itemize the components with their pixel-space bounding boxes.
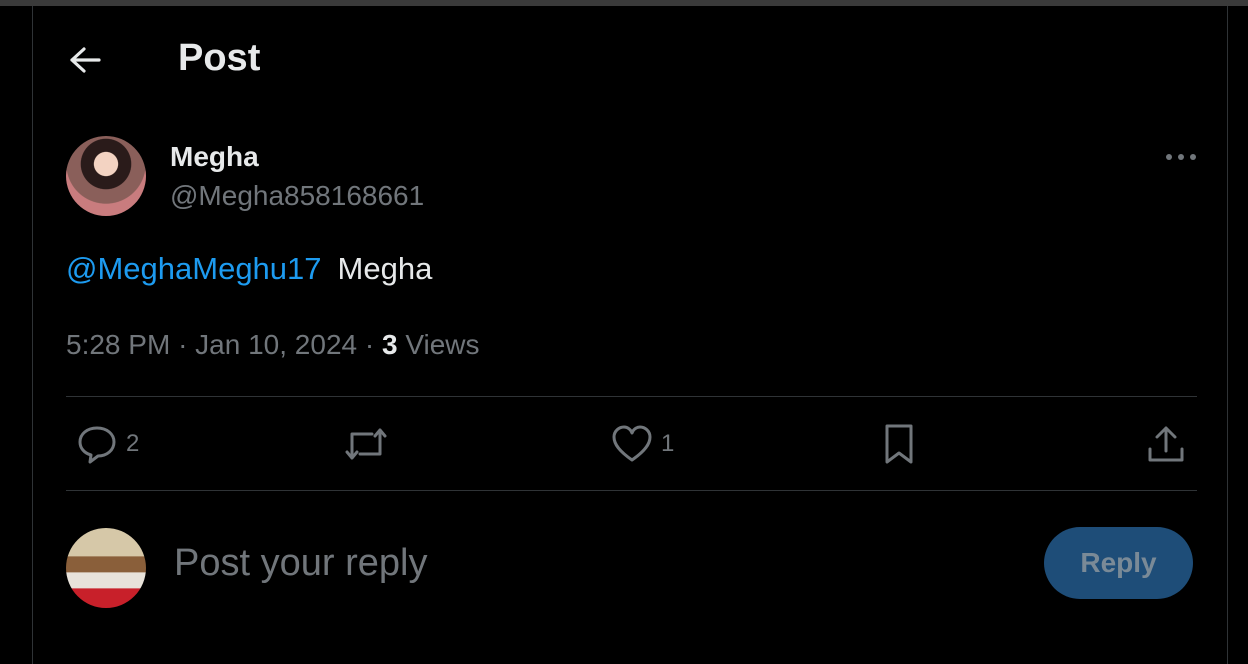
- divider-top: [66, 396, 1197, 397]
- post-date[interactable]: Jan 10, 2024: [195, 329, 357, 360]
- reply-input[interactable]: Post your reply: [174, 542, 427, 585]
- share-icon: [1148, 426, 1184, 462]
- post-text: @MeghaMeghu17 Megha: [66, 251, 432, 287]
- bookmark-icon: [885, 424, 913, 464]
- like-button[interactable]: 1: [611, 418, 674, 470]
- author-avatar[interactable]: [66, 136, 146, 216]
- post-meta: 5:28 PM · Jan 10, 2024 · 3 Views: [66, 329, 480, 361]
- reply-count: 2: [126, 430, 140, 457]
- meta-separator: ·: [178, 329, 196, 360]
- page-header: Post: [33, 6, 1227, 116]
- back-arrow-icon: [70, 47, 101, 73]
- post-body: Megha: [337, 251, 433, 286]
- repost-button[interactable]: [342, 418, 390, 470]
- share-button[interactable]: [1145, 418, 1187, 470]
- views-label: Views: [405, 329, 480, 360]
- post-column: Post Megha @Megha858168661 @MeghaMeghu17…: [32, 6, 1228, 664]
- author-handle[interactable]: @Megha858168661: [170, 180, 424, 212]
- more-icon: [1166, 154, 1196, 160]
- meta-separator: ·: [364, 329, 382, 360]
- divider-bottom: [66, 490, 1197, 491]
- back-button[interactable]: [67, 42, 103, 78]
- like-icon: [612, 425, 652, 462]
- reply-button[interactable]: 2: [76, 418, 139, 470]
- bookmark-button[interactable]: [879, 418, 919, 470]
- action-bar: 2 1: [66, 398, 1197, 491]
- current-user-avatar[interactable]: [66, 528, 146, 608]
- more-options-button[interactable]: [1161, 142, 1201, 172]
- page-title: Post: [178, 37, 261, 79]
- like-count: 1: [661, 430, 675, 457]
- post-time[interactable]: 5:28 PM: [66, 329, 170, 360]
- views-count: 3: [381, 329, 398, 360]
- repost-icon: [345, 428, 387, 460]
- reply-submit-button[interactable]: Reply: [1044, 527, 1193, 599]
- mention-link[interactable]: @MeghaMeghu17: [66, 251, 322, 286]
- author-name[interactable]: Megha: [170, 141, 259, 173]
- reply-icon: [78, 426, 116, 464]
